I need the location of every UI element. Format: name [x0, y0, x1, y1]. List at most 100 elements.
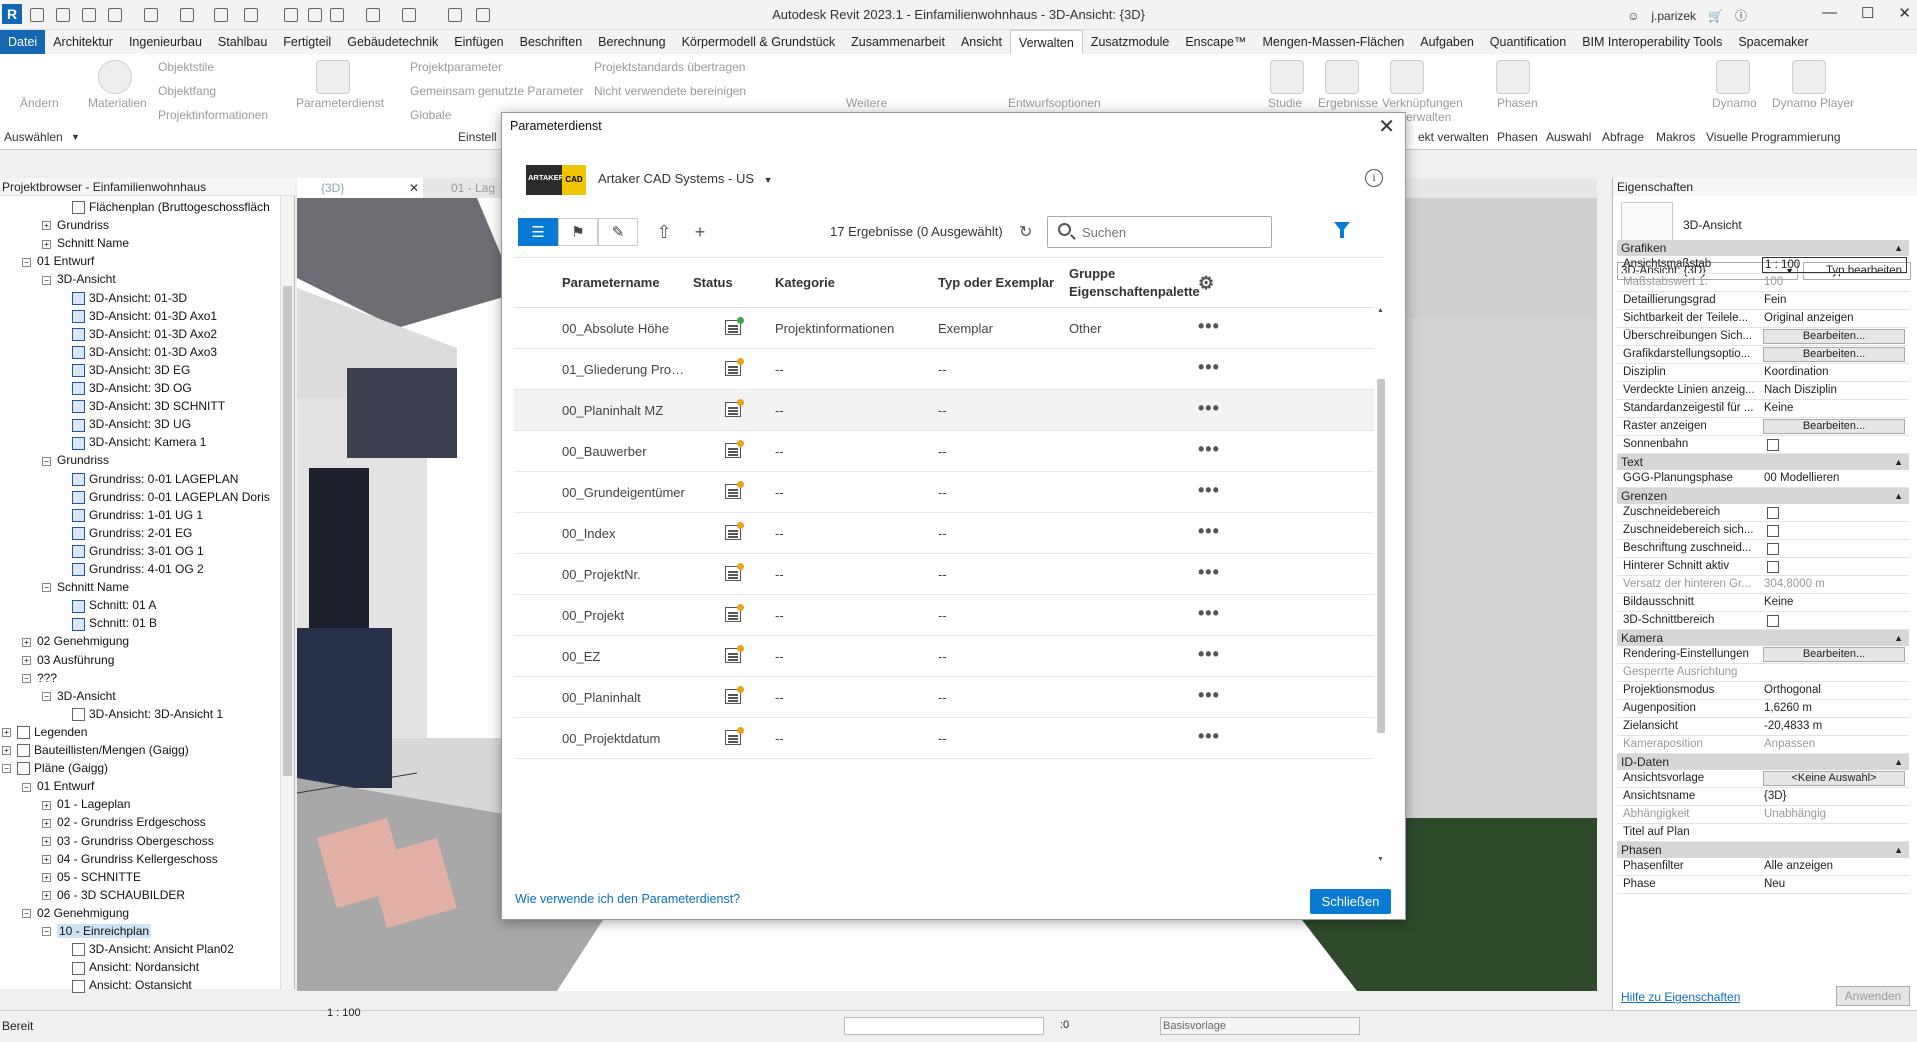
tree-item[interactable]: Schnitt: 01 A [72, 596, 156, 614]
collapse-icon[interactable]: − [42, 927, 51, 937]
tree-item[interactable]: 3D-Ansicht: 01-3D [72, 289, 187, 307]
prop-row[interactable]: Standardanzeigestil für ... Keine [1617, 400, 1909, 418]
prop-edit-button[interactable]: Bearbeiten... [1763, 419, 1905, 434]
table-row[interactable]: 00_Planinhalt -- -- ••• [514, 677, 1374, 718]
help-icon[interactable]: ⓘ [1735, 7, 1747, 24]
purge-unused-button[interactable]: Nicht verwendete bereinigen [594, 84, 746, 98]
expand-icon[interactable]: + [42, 891, 51, 901]
prop-row[interactable]: Rendering-Einstellungen Bearbeiten... [1617, 646, 1909, 664]
prop-row[interactable]: Grafikdarstellungsoptio... Bearbeiten... [1617, 346, 1909, 364]
prop-row[interactable]: Ansichtsmaßstab 1 : 100 [1617, 256, 1909, 274]
prop-row[interactable]: Projektionsmodus Orthogonal [1617, 682, 1909, 700]
col-header-category[interactable]: Kategorie [775, 258, 835, 308]
user-icon[interactable]: ☺ [1627, 9, 1639, 23]
prop-row[interactable]: Zuschneidebereich [1617, 504, 1909, 522]
expand-icon[interactable]: + [42, 836, 51, 846]
close-icon[interactable]: ✕ [1378, 114, 1395, 139]
prop-row[interactable]: Augenposition 1,6260 m [1617, 700, 1909, 718]
tree-item[interactable]: Grundriss: 3-01 OG 1 [72, 542, 204, 560]
collapse-icon[interactable]: ▲ [1894, 454, 1903, 470]
project-parameters-button[interactable]: Projektparameter [410, 60, 502, 74]
prop-row[interactable]: Ansichtsname {3D} [1617, 788, 1909, 806]
upload-icon[interactable]: ⇧ [646, 218, 682, 246]
close-tab-icon[interactable]: ✕ [409, 178, 419, 198]
close-button[interactable]: Schließen [1310, 889, 1391, 914]
manage-links-icon[interactable] [1390, 60, 1424, 94]
table-row[interactable]: 01_Gliederung Projekt... -- -- ••• [514, 349, 1374, 390]
prop-value[interactable]: Nach Disziplin [1762, 382, 1907, 399]
prop-section[interactable]: Text ▲ [1617, 454, 1909, 470]
prop-value[interactable]: Neu [1762, 876, 1907, 893]
ribbon-tab[interactable]: Einfügen [446, 30, 511, 54]
search-input[interactable] [1082, 222, 1262, 242]
tag-icon[interactable]: ⚑ [558, 218, 598, 246]
prop-checkbox[interactable] [1767, 543, 1779, 555]
workset-dropdown[interactable] [844, 1017, 1044, 1035]
phases-button[interactable]: Phasen [1497, 96, 1538, 110]
ribbon-tab[interactable]: Beschriften [512, 30, 591, 54]
tree-item[interactable]: Grundriss: 0-01 LAGEPLAN Doris [72, 488, 270, 506]
expand-icon[interactable]: + [42, 800, 51, 810]
parameter-service-button[interactable]: Parameterdienst [296, 96, 384, 110]
results-icon[interactable] [1325, 60, 1359, 94]
tree-item[interactable]: 3D-Ansicht: 01-3D Axo2 [72, 325, 217, 343]
tree-item[interactable]: +03 - Grundriss Obergeschoss [42, 832, 214, 850]
collapse-icon[interactable]: − [22, 782, 31, 792]
study-button[interactable]: Studie [1268, 96, 1302, 110]
additional-settings-button[interactable]: Weitere [846, 96, 887, 110]
edit-icon[interactable]: ✎ [598, 218, 638, 246]
prop-value[interactable]: -20,4833 m [1762, 718, 1907, 735]
more-options-icon[interactable]: ••• [1198, 513, 1220, 550]
search-box[interactable] [1047, 216, 1272, 248]
table-row[interactable]: 00_Projekt -- -- ••• [514, 595, 1374, 636]
prop-value[interactable]: Keine [1762, 594, 1907, 611]
tree-item[interactable]: +06 - 3D SCHAUBILDER [42, 886, 185, 904]
tree-item[interactable]: +05 - SCHNITTE [42, 868, 141, 886]
ribbon-tab[interactable]: Spacemaker [1730, 30, 1816, 54]
prop-row[interactable]: Beschriftung zuschneid... [1617, 540, 1909, 558]
type-name[interactable]: 3D-Ansicht [1683, 218, 1742, 232]
tree-item[interactable]: Grundriss: 4-01 OG 2 [72, 560, 204, 578]
scroll-up-icon[interactable]: ▲ [1377, 307, 1384, 314]
tree-item[interactable]: − Pläne (Gaigg) [2, 759, 108, 777]
view-tab-lageplan[interactable]: 01 - Lag [427, 178, 507, 198]
prop-edit-button[interactable]: Bearbeiten... [1763, 329, 1905, 344]
prop-value[interactable]: Original anzeigen [1762, 310, 1907, 327]
wrench-icon[interactable] [848, 60, 882, 94]
ribbon-tab[interactable]: Architektur [45, 30, 121, 54]
more-options-icon[interactable]: ••• [1198, 718, 1220, 755]
tree-item[interactable]: 3D-Ansicht: 01-3D Axo3 [72, 343, 217, 361]
prop-row[interactable]: Überschreibungen Sich... Bearbeiten... [1617, 328, 1909, 346]
tree-item[interactable]: −10 - Einreichplan [42, 922, 152, 940]
scroll-down-icon[interactable]: ▼ [1377, 856, 1384, 863]
prop-section[interactable]: Grafiken ▲ [1617, 240, 1909, 256]
info-icon[interactable]: i [1365, 169, 1383, 187]
select-panel-label[interactable]: Auswählen [4, 130, 63, 144]
expand-icon[interactable]: + [42, 221, 51, 231]
prop-row[interactable]: Bildausschnitt Keine [1617, 594, 1909, 612]
prop-edit-button[interactable]: Bearbeiten... [1763, 347, 1905, 362]
col-header-group[interactable]: Gruppe Eigenschaftenpalette [1069, 258, 1200, 308]
prop-row[interactable]: Ansichtsvorlage <Keine Auswahl> [1617, 770, 1909, 788]
ribbon-tab[interactable]: BIM Interoperability Tools [1574, 30, 1730, 54]
materials-icon[interactable] [98, 60, 132, 94]
col-header-name[interactable]: Parametername [562, 258, 660, 308]
prop-section[interactable]: Grenzen ▲ [1617, 488, 1909, 504]
tree-item[interactable]: Ansicht: Ostansicht [72, 976, 192, 994]
collapse-icon[interactable]: ▲ [1894, 488, 1903, 504]
collapse-icon[interactable]: ▲ [1894, 240, 1903, 256]
prop-edit-button[interactable]: <Keine Auswahl> [1763, 771, 1905, 786]
ribbon-tab[interactable]: Datei [0, 30, 46, 54]
view-tab-3d[interactable]: {3D} ✕ [297, 178, 423, 198]
more-options-icon[interactable]: ••• [1198, 636, 1220, 673]
collapse-icon[interactable]: ▲ [1894, 754, 1903, 770]
prop-row[interactable]: Zielansicht -20,4833 m [1617, 718, 1909, 736]
table-row[interactable]: 00_Planinhalt MZ -- -- ••• [514, 390, 1374, 431]
table-row[interactable]: 00_Grundeigentümer -- -- ••• [514, 472, 1374, 513]
tree-item[interactable]: 3D-Ansicht: 3D SCHNITT [72, 397, 225, 415]
prop-row[interactable]: Phase Neu [1617, 876, 1909, 894]
shared-parameters-button[interactable]: Gemeinsam genutzte Parameter [410, 84, 583, 98]
transfer-standards-button[interactable]: Projektstandards übertragen [594, 60, 745, 74]
tree-item[interactable]: +02 Genehmigung [22, 632, 129, 650]
ribbon-tab[interactable]: Fertigteil [275, 30, 339, 54]
